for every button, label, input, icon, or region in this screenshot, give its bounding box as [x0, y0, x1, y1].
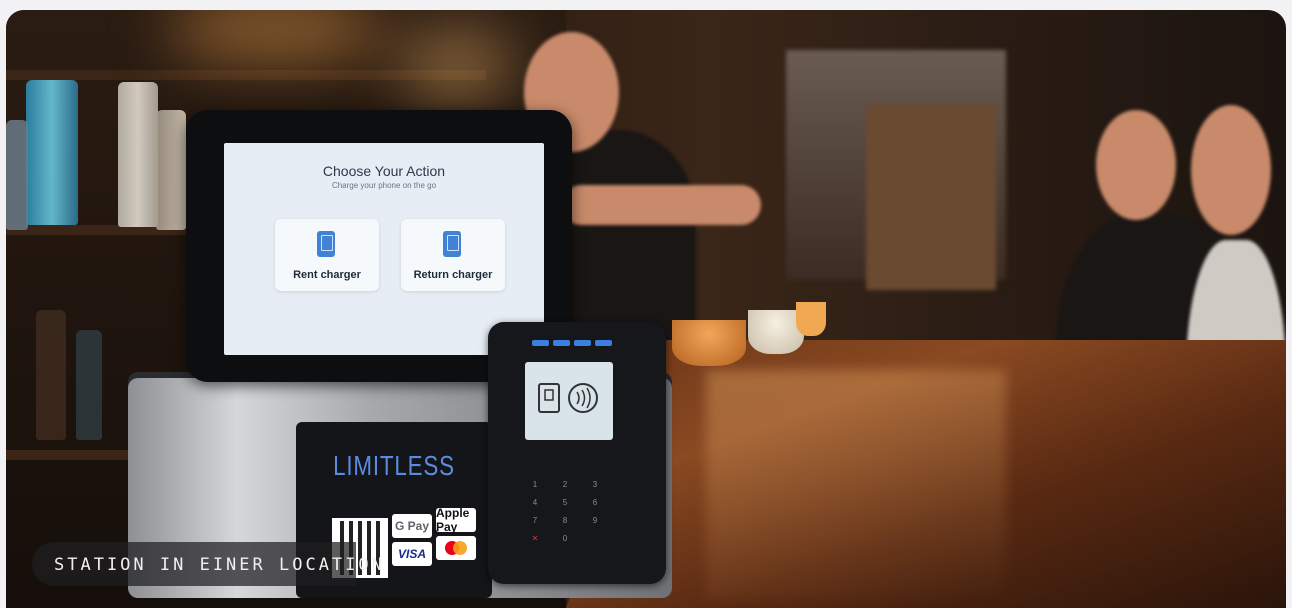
- mastercard-badge: [436, 536, 476, 560]
- terminal-screen: [525, 362, 613, 440]
- keypad-key[interactable]: 9: [588, 516, 602, 526]
- keypad-key[interactable]: 0: [558, 534, 572, 544]
- bottle: [6, 120, 28, 230]
- return-charger-button[interactable]: Return charger: [401, 219, 505, 291]
- screen-subtitle: Charge your phone on the go: [331, 181, 437, 190]
- caption-banner: STATION IN EINER LOCATION: [32, 542, 382, 586]
- cocktail-glass: [796, 302, 826, 336]
- bottle: [118, 82, 158, 227]
- return-charger-label: Return charger: [413, 269, 493, 281]
- bottle: [76, 330, 102, 440]
- keypad-key[interactable]: 7: [528, 516, 542, 526]
- keypad-key[interactable]: 5: [558, 498, 572, 508]
- card-payment-terminal: 1 2 3 4 5 6 7 8 9 0 ✕: [488, 322, 666, 584]
- phone-charger-return-icon: [443, 231, 461, 257]
- terminal-status-leds: [532, 340, 612, 346]
- back-room-door: [866, 105, 996, 290]
- guest-head: [1096, 110, 1176, 220]
- brand-logo: LIMITLESS: [333, 450, 455, 481]
- keypad-key[interactable]: 3: [588, 480, 602, 490]
- contactless-payment-icon: [538, 383, 598, 413]
- cancel-key-icon[interactable]: ✕: [528, 534, 542, 544]
- screen-title: Choose Your Action: [322, 163, 446, 179]
- caption-text: STATION IN EINER LOCATION: [54, 555, 385, 575]
- keypad-key[interactable]: 2: [558, 480, 572, 490]
- rent-charger-label: Rent charger: [293, 269, 361, 281]
- bottle: [156, 110, 186, 230]
- bottle: [36, 310, 66, 440]
- bottle: [26, 80, 78, 225]
- mastercard-icon: [445, 541, 467, 555]
- counter-reflection: [706, 370, 1006, 600]
- apple-pay-badge: Apple Pay: [436, 506, 476, 534]
- keypad-key[interactable]: 4: [528, 498, 542, 508]
- guest-head: [1191, 105, 1271, 235]
- bartender-arm: [561, 185, 761, 225]
- google-pay-badge: G Pay: [392, 514, 432, 538]
- keypad-key[interactable]: 1: [528, 480, 542, 490]
- visa-badge: VISA: [392, 542, 432, 566]
- rent-charger-button[interactable]: Rent charger: [275, 219, 379, 291]
- cocktail-glass: [672, 320, 746, 366]
- phone-charger-rent-icon: [317, 231, 335, 257]
- shelf-light-glow: [396, 30, 516, 100]
- keypad-key[interactable]: 6: [588, 498, 602, 508]
- keypad-key[interactable]: 8: [558, 516, 572, 526]
- shelf-light-glow: [166, 10, 386, 60]
